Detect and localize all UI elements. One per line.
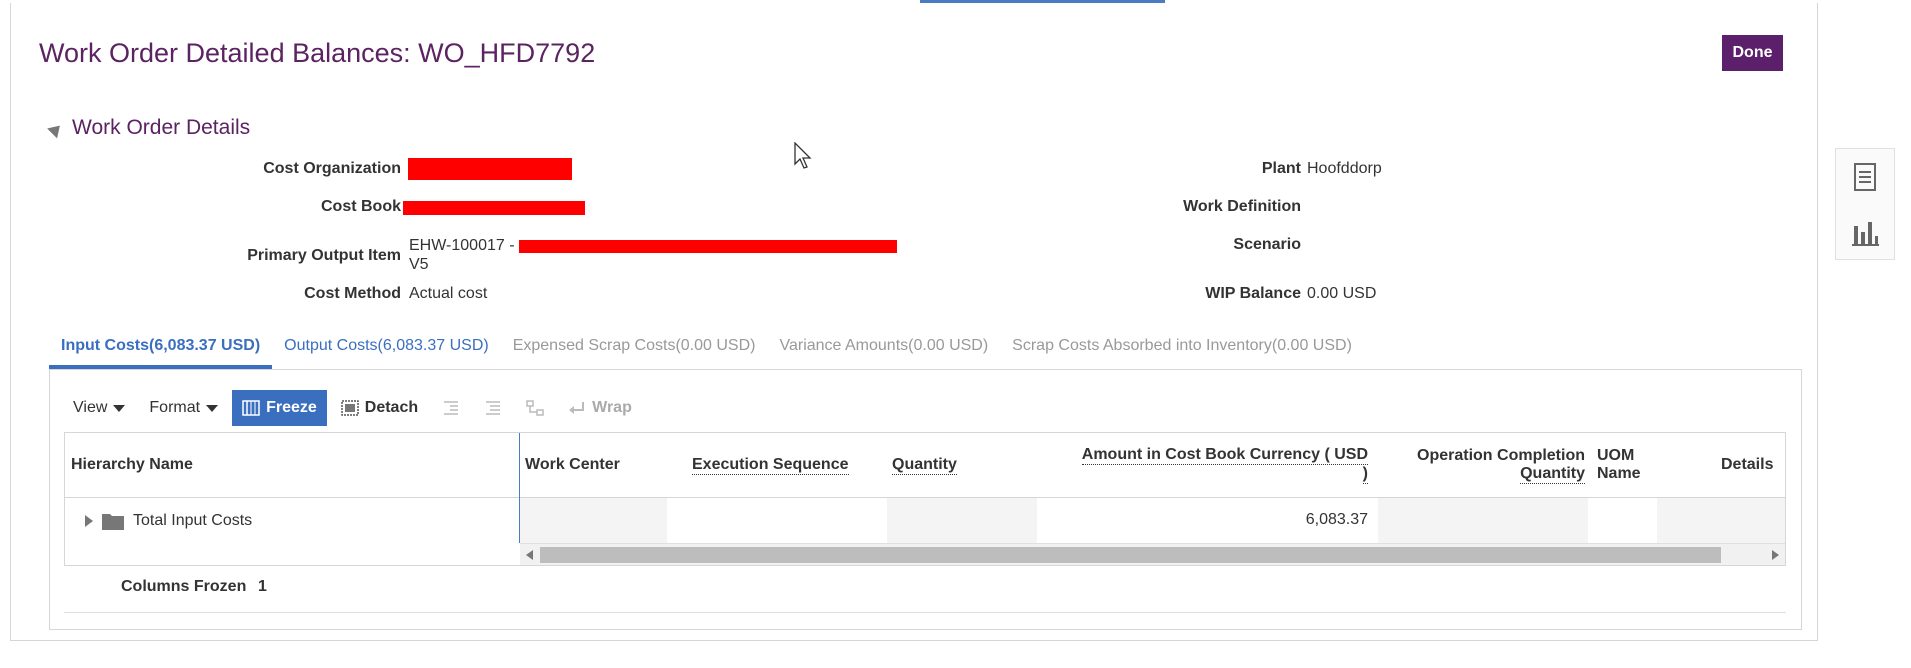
cost-method-label: Cost Method <box>304 285 401 302</box>
scroll-right-arrow-icon[interactable] <box>1772 550 1779 560</box>
table-toolbar: View Format Freeze Detach Wrap <box>63 390 642 426</box>
columns-frozen-value: 1 <box>258 578 267 595</box>
primary-output-item-label: Primary Output Item <box>247 247 401 264</box>
tab-scrap-costs-absorbed[interactable]: Scrap Costs Absorbed into Inventory(0.00… <box>1000 325 1364 369</box>
plant-label: Plant <box>1261 160 1301 177</box>
plant-value: Hoofddorp <box>1307 160 1382 177</box>
done-button[interactable]: Done <box>1722 35 1783 71</box>
document-panel-button[interactable] <box>1836 149 1894 205</box>
cost-table: Hierarchy Name Work Center Execution Seq… <box>64 432 1786 566</box>
hierarchy-icon <box>526 400 544 416</box>
tab-output-costs[interactable]: Output Costs(6,083.37 USD) <box>272 325 501 369</box>
caret-down-icon <box>206 404 219 412</box>
format-menu-label: Format <box>149 399 201 416</box>
column-header-operation-completion-quantity[interactable]: Operation Completion Quantity <box>1385 433 1585 497</box>
hierarchy-button[interactable] <box>516 390 554 426</box>
expand-row-icon[interactable] <box>85 515 93 527</box>
wrap-button-label: Wrap <box>592 399 632 416</box>
column-header-work-center[interactable]: Work Center <box>525 433 655 497</box>
scroll-left-arrow-icon[interactable] <box>526 550 533 560</box>
indent-button[interactable] <box>432 390 470 426</box>
section-header[interactable]: Work Order Details <box>47 116 251 140</box>
wrap-icon <box>569 402 585 414</box>
column-header-details[interactable]: Details <box>1721 433 1785 497</box>
view-menu[interactable]: View <box>63 390 135 426</box>
cost-book-redaction <box>403 201 585 215</box>
outdent-icon <box>486 401 501 415</box>
table-row[interactable]: Total Input Costs <box>85 511 252 531</box>
freeze-button[interactable]: Freeze <box>232 390 327 426</box>
collapse-triangle-icon[interactable] <box>47 120 65 138</box>
primary-output-redaction <box>519 240 897 253</box>
cost-organization-label: Cost Organization <box>263 160 401 177</box>
cost-organization-redaction <box>408 158 572 180</box>
folder-icon <box>102 514 124 530</box>
page: Work Order Detailed Balances: WO_HFD7792… <box>0 0 1911 668</box>
column-header-quantity[interactable]: Quantity <box>892 433 1022 497</box>
primary-output-item-value-line2: V5 <box>409 256 429 273</box>
column-header-execution-sequence[interactable]: Execution Sequence <box>692 433 892 497</box>
bar-chart-icon <box>1852 222 1879 246</box>
cell-operation-completion <box>1378 498 1588 543</box>
horizontal-scrollbar[interactable] <box>520 543 1785 565</box>
section-title: Work Order Details <box>72 116 251 139</box>
column-header-hierarchy-name[interactable]: Hierarchy Name <box>71 433 471 497</box>
cost-tabs: Input Costs(6,083.37 USD) Output Costs(6… <box>49 325 1364 369</box>
mouse-cursor-icon <box>794 142 812 169</box>
wip-balance-label: WIP Balance <box>1205 285 1301 302</box>
wrap-button[interactable]: Wrap <box>558 390 642 426</box>
cost-book-label: Cost Book <box>321 198 401 215</box>
scrollbar-thumb[interactable] <box>540 547 1721 563</box>
cost-method-value: Actual cost <box>409 285 488 302</box>
columns-frozen-label: Columns Frozen <box>121 578 247 595</box>
cell-details <box>1657 498 1785 543</box>
detach-icon <box>341 400 359 416</box>
freeze-columns-icon <box>242 400 260 416</box>
detach-button[interactable]: Detach <box>331 390 428 426</box>
page-title: Work Order Detailed Balances: WO_HFD7792 <box>39 38 596 68</box>
cell-quantity <box>887 498 1037 543</box>
tab-input-costs[interactable]: Input Costs(6,083.37 USD) <box>49 325 273 369</box>
side-rail <box>1835 148 1895 260</box>
wip-balance-value: 0.00 USD <box>1307 285 1377 302</box>
caret-down-icon <box>113 404 126 412</box>
tab-expensed-scrap-costs[interactable]: Expensed Scrap Costs(0.00 USD) <box>501 325 768 369</box>
detach-button-label: Detach <box>364 399 419 416</box>
row-amount: 6,083.37 <box>1305 511 1368 528</box>
column-header-uom-name[interactable]: UOM Name <box>1597 433 1667 497</box>
footer-divider <box>64 612 1786 613</box>
work-definition-label: Work Definition <box>1183 198 1301 215</box>
analytics-panel-button[interactable] <box>1836 205 1894 261</box>
indent-icon <box>444 401 459 415</box>
primary-output-item-value: EHW-100017 - <box>409 237 515 254</box>
format-menu[interactable]: Format <box>139 390 228 426</box>
document-icon <box>1854 163 1876 191</box>
view-menu-label: View <box>73 399 108 416</box>
row-hierarchy-name: Total Input Costs <box>133 512 253 529</box>
outdent-button[interactable] <box>474 390 512 426</box>
cell-work-center <box>520 498 667 543</box>
scenario-label: Scenario <box>1233 236 1301 253</box>
tab-variance-amounts[interactable]: Variance Amounts(0.00 USD) <box>767 325 1000 369</box>
main-panel: Work Order Detailed Balances: WO_HFD7792… <box>10 3 1818 641</box>
column-header-amount[interactable]: Amount in Cost Book Currency ( USD ) <box>1045 433 1368 497</box>
freeze-button-label: Freeze <box>266 399 317 416</box>
